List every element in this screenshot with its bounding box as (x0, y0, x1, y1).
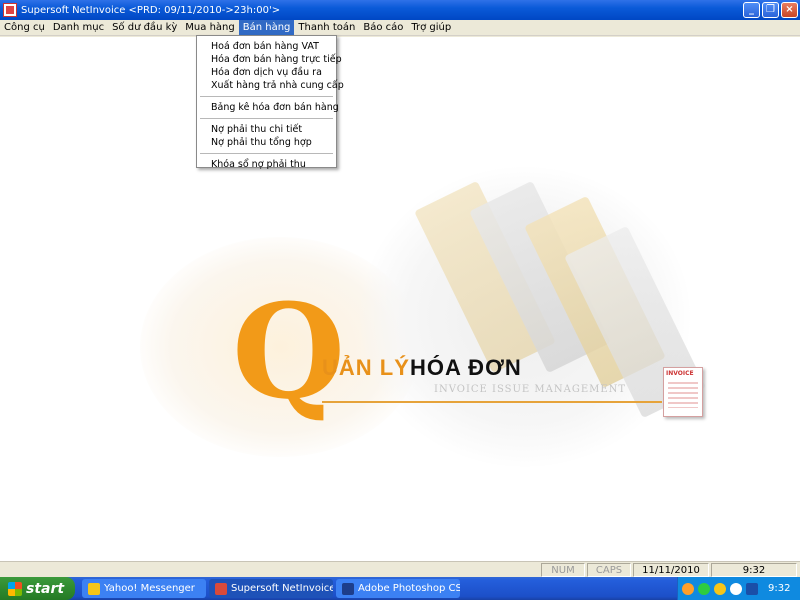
tray-volume-icon[interactable] (730, 582, 742, 595)
status-caps: CAPS (587, 563, 631, 577)
ban-hang-dropdown: Hoá đơn bán hàng VAT Hóa đơn bán hàng tr… (196, 35, 344, 171)
close-button[interactable]: × (781, 2, 798, 18)
menu-ban-hang[interactable]: Bán hàng (238, 19, 295, 36)
menu-item-khoa-so-no-phai-thu[interactable]: Khóa sổ nợ phải thu (197, 158, 336, 171)
menu-item-no-phai-thu-chi-tiet[interactable]: Nợ phải thu chi tiết (197, 123, 336, 136)
tray-network-icon[interactable] (698, 582, 710, 595)
menu-cong-cu[interactable]: Công cụ (0, 20, 49, 36)
task-label: Adobe Photoshop CS... (358, 583, 460, 594)
window-title: Supersoft NetInvoice <PRD: 09/11/2010->2… (21, 4, 281, 16)
splash-logo-letter: Q (232, 275, 346, 428)
menu-thanh-toan[interactable]: Thanh toán (294, 20, 359, 36)
splash-title-word1: UẢN LÝ (322, 355, 410, 380)
title-bar: Supersoft NetInvoice <PRD: 09/11/2010->2… (0, 0, 800, 20)
taskbar-photoshop[interactable]: Adobe Photoshop CS... (336, 579, 460, 598)
restore-button[interactable]: ❐ (762, 2, 779, 18)
taskbar-clock[interactable]: 9:32 (768, 583, 790, 594)
splash-subtitle: INVOICE ISSUE MANAGEMENT (434, 384, 627, 395)
system-tray: 9:32 (677, 577, 800, 600)
splash-title-word2: HÓA ĐƠN (410, 355, 522, 380)
photoshop-icon (342, 582, 354, 595)
menu-bao-cao[interactable]: Báo cáo (359, 20, 407, 36)
taskbar-yahoo-messenger[interactable]: Yahoo! Messenger (82, 579, 206, 598)
netinvoice-icon (215, 582, 227, 595)
status-bar: NUM CAPS 11/11/2010 9:32 (0, 561, 800, 577)
status-num: NUM (541, 563, 585, 577)
menu-item-hoa-don-dich-vu[interactable]: Hóa đơn dịch vụ đầu ra (197, 66, 336, 79)
yahoo-messenger-icon (88, 582, 100, 595)
app-icon (3, 3, 17, 17)
menu-item-xuat-hang-tra-ncc[interactable]: Xuất hàng trả nhà cung cấp (197, 79, 344, 92)
menu-danh-muc[interactable]: Danh mục (49, 20, 108, 36)
menu-item-hoa-don-truc-tiep[interactable]: Hóa đơn bán hàng trực tiếp (197, 53, 342, 66)
invoice-doc-label: INVOICE (666, 370, 694, 377)
menu-item-no-phai-thu-tong-hop[interactable]: Nợ phải thu tổng hợp (197, 136, 336, 149)
task-label: Supersoft NetInvoice... (231, 583, 333, 594)
main-window-client: Q UẢN LÝ HÓA ĐƠN INVOICE ISSUE MANAGEMEN… (0, 37, 800, 561)
invoice-doc-rows (668, 382, 698, 408)
splash-divider (322, 401, 662, 403)
tray-arrow-icon[interactable] (682, 582, 694, 595)
tray-yahoo-icon[interactable] (714, 582, 726, 595)
menu-mua-hang[interactable]: Mua hàng (181, 20, 238, 36)
menu-separator (200, 153, 333, 154)
minimize-button[interactable]: _ (743, 2, 760, 18)
taskbar-netinvoice[interactable]: Supersoft NetInvoice... (209, 579, 333, 598)
windows-logo-icon (8, 581, 22, 596)
menu-tro-giup[interactable]: Trợ giúp (407, 20, 455, 36)
menu-separator (200, 118, 333, 119)
task-label: Yahoo! Messenger (104, 583, 195, 594)
menu-item-hoa-don-vat[interactable]: Hoá đơn bán hàng VAT (197, 40, 336, 53)
menu-bar: Công cụ Danh mục Số dư đầu kỳ Mua hàng B… (0, 19, 800, 36)
menu-item-bang-ke-hoa-don[interactable]: Bảng kê hóa đơn bán hàng (197, 101, 339, 114)
tray-language-icon[interactable] (746, 582, 758, 595)
status-date: 11/11/2010 (633, 563, 709, 577)
start-label: start (26, 580, 65, 597)
menu-so-du-dau-ky[interactable]: Số dư đầu kỳ (108, 20, 181, 36)
status-time: 9:32 (711, 563, 797, 577)
menu-separator (200, 96, 333, 97)
taskbar: start Yahoo! Messenger Supersoft NetInvo… (0, 577, 800, 600)
start-button[interactable]: start (0, 577, 75, 600)
invoice-document-icon: INVOICE (663, 367, 703, 417)
